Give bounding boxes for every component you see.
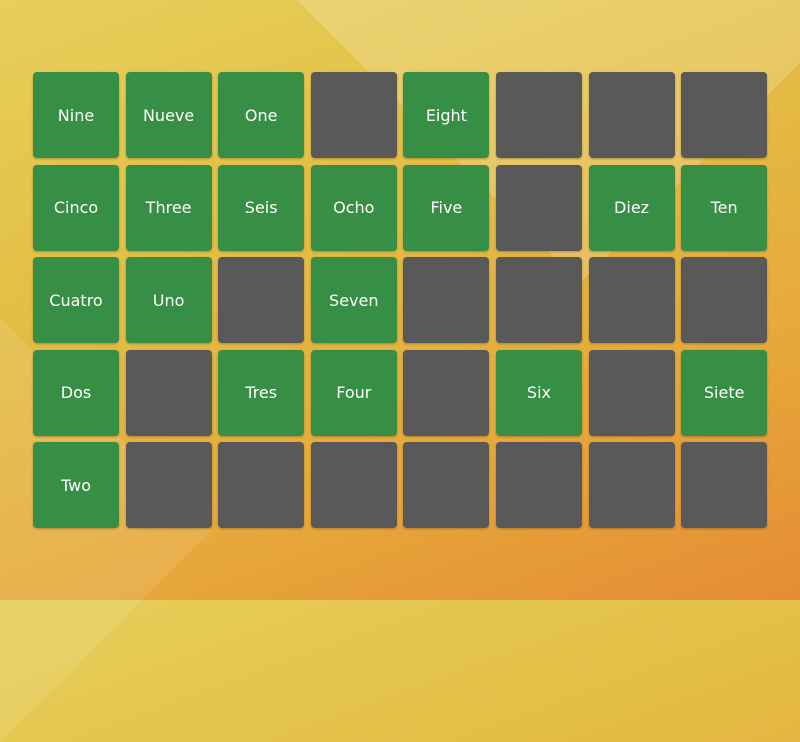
hidden-card[interactable] [310,442,397,528]
hidden-card[interactable] [681,257,768,343]
revealed-card[interactable]: Nueve [125,72,212,158]
hidden-card[interactable] [403,349,490,436]
revealed-card[interactable]: Seis [218,164,305,251]
hidden-card[interactable] [588,442,675,528]
revealed-card[interactable]: Eight [403,72,490,158]
revealed-card[interactable]: Cinco [33,164,119,251]
revealed-card[interactable]: Four [310,349,397,436]
hidden-card[interactable] [588,72,675,158]
revealed-card[interactable]: Two [33,442,119,528]
hidden-card[interactable] [495,257,582,343]
hidden-card[interactable] [403,257,490,343]
revealed-card[interactable]: Uno [125,257,212,343]
revealed-card[interactable]: Ten [681,164,768,251]
revealed-card[interactable]: Three [125,164,212,251]
hidden-card[interactable] [588,349,675,436]
hidden-card[interactable] [310,72,397,158]
revealed-card[interactable]: Diez [588,164,675,251]
revealed-card[interactable]: Ocho [310,164,397,251]
revealed-card[interactable]: One [218,72,305,158]
hidden-card[interactable] [218,442,305,528]
revealed-card[interactable]: Six [495,349,582,436]
hidden-card[interactable] [218,257,305,343]
revealed-card[interactable]: Siete [681,349,768,436]
revealed-card[interactable]: Tres [218,349,305,436]
hidden-card[interactable] [125,442,212,528]
hidden-card[interactable] [681,442,768,528]
revealed-card[interactable]: Nine [33,72,119,158]
hidden-card[interactable] [588,257,675,343]
hidden-card[interactable] [495,164,582,251]
revealed-card[interactable]: Five [403,164,490,251]
hidden-card[interactable] [495,72,582,158]
revealed-card[interactable]: Cuatro [33,257,119,343]
card-grid: Nine Nueve One Eight Cinco Three Seis Ocho Five D… [33,72,768,528]
hidden-card[interactable] [495,442,582,528]
hidden-card[interactable] [681,72,768,158]
revealed-card[interactable]: Dos [33,349,119,436]
hidden-card[interactable] [403,442,490,528]
hidden-card[interactable] [125,349,212,436]
revealed-card[interactable]: Seven [310,257,397,343]
